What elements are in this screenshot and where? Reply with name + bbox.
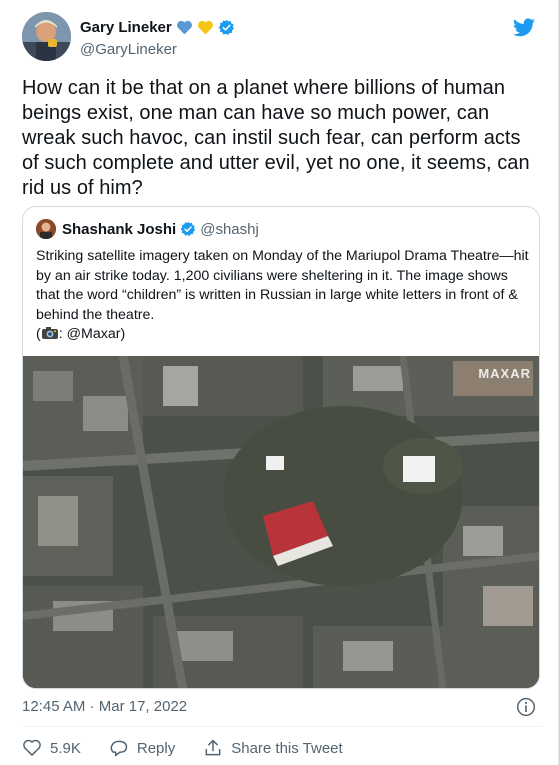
author-name[interactable]: Gary Lineker — [80, 19, 172, 36]
meta-separator: · — [85, 698, 99, 715]
reply-label: Reply — [136, 739, 176, 757]
share-button[interactable]: Share this Tweet — [203, 738, 343, 758]
quoted-author-handle: @shashj — [200, 220, 259, 238]
action-bar: 5.9K Reply Share this Tweet — [22, 738, 371, 758]
share-icon — [205, 739, 221, 756]
quoted-text-credit: : @Maxar) — [58, 326, 126, 342]
info-icon[interactable] — [516, 697, 536, 717]
yellow-heart-icon — [197, 20, 213, 35]
satellite-image[interactable]: MAXAR — [23, 356, 539, 688]
like-count: 5.9K — [50, 739, 81, 757]
reply-button[interactable]: Reply — [109, 738, 175, 758]
share-label: Share this Tweet — [231, 739, 343, 757]
author-handle[interactable]: @GaryLineker — [80, 41, 177, 58]
tweet-timestamp[interactable]: 12:45 AM · Mar 17, 2022 — [22, 698, 187, 715]
quoted-author-avatar — [36, 219, 56, 239]
verified-badge-icon — [180, 221, 196, 237]
tweet-card: Gary Lineker @GaryLineker How can it be … — [0, 0, 559, 765]
tweet-date: Mar 17, 2022 — [98, 698, 188, 715]
camera-icon — [41, 327, 58, 339]
quoted-text-body: Striking satellite imagery taken on Mond… — [36, 248, 529, 323]
quoted-author-name: Shashank Joshi — [62, 220, 177, 238]
tweet-header: Gary Lineker @GaryLineker — [22, 12, 542, 64]
maxar-watermark: MAXAR — [478, 366, 531, 381]
divider — [22, 726, 542, 727]
like-button[interactable]: 5.9K — [22, 738, 81, 758]
verified-badge-icon — [218, 19, 234, 36]
quoted-header: Shashank Joshi @shashj — [36, 219, 259, 239]
reply-bubble-icon — [110, 740, 128, 757]
heart-outline-icon — [23, 739, 41, 756]
quoted-tweet[interactable]: Shashank Joshi @shashj Striking satellit… — [22, 206, 540, 689]
quoted-text: Striking satellite imagery taken on Mond… — [36, 247, 531, 345]
tweet-text: How can it be that on a planet where bil… — [22, 77, 530, 199]
twitter-bird-icon[interactable] — [512, 16, 536, 40]
tweet-time: 12:45 AM — [22, 698, 86, 715]
author-name-row: Gary Lineker — [80, 19, 235, 36]
author-avatar[interactable] — [22, 12, 71, 61]
blue-heart-icon — [176, 20, 192, 35]
